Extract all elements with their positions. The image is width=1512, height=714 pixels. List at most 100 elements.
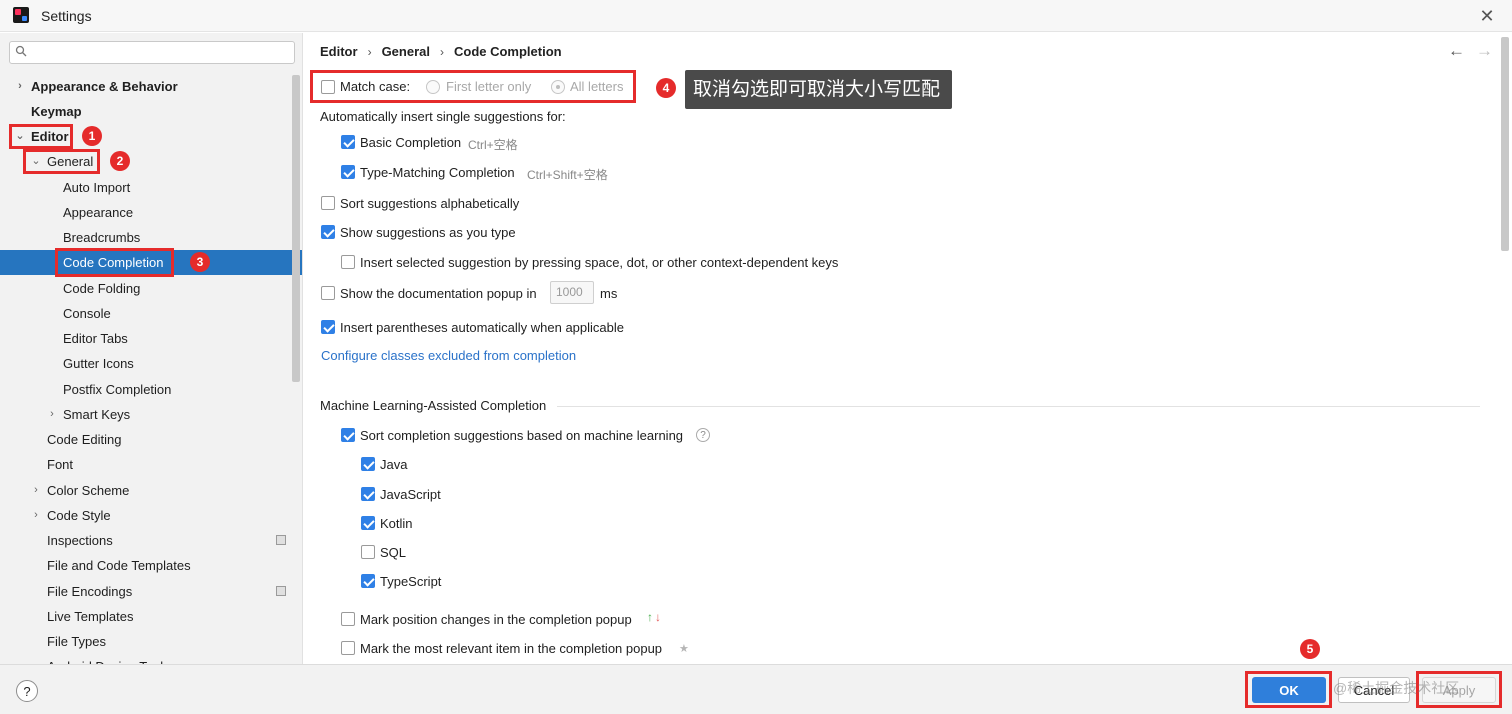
tree-item-label: Android Design Tools bbox=[47, 654, 170, 664]
insert-selected-label: Insert selected suggestion by pressing s… bbox=[360, 255, 839, 270]
type-matching-checkbox[interactable] bbox=[341, 165, 355, 179]
match-case-label: Match case: bbox=[340, 79, 411, 94]
tree-item-smart-keys[interactable]: › Smart Keys bbox=[0, 402, 302, 427]
sort-alpha-checkbox[interactable] bbox=[321, 196, 335, 210]
tree-item-file-types[interactable]: File Types bbox=[0, 629, 302, 654]
help-button[interactable]: ? bbox=[16, 680, 38, 702]
tree-item-label: General bbox=[47, 154, 94, 169]
chevron-right-icon[interactable]: › bbox=[30, 503, 42, 528]
tree-item-code-style[interactable]: › Code Style bbox=[0, 503, 302, 528]
search-input[interactable] bbox=[9, 41, 295, 64]
tree-item-font[interactable]: Font bbox=[0, 452, 302, 477]
tree-item-code-folding[interactable]: Code Folding bbox=[0, 276, 302, 301]
show-as-type-checkbox[interactable] bbox=[321, 225, 335, 239]
settings-sidebar: › Appearance & Behavior Keymap ⌄ Editor … bbox=[0, 33, 303, 664]
tree-item-label: Console bbox=[63, 306, 111, 321]
tree-item-file-code-templates[interactable]: File and Code Templates bbox=[0, 553, 302, 578]
lang-java-label: Java bbox=[380, 457, 408, 472]
lang-kotlin-label: Kotlin bbox=[380, 516, 413, 531]
tree-item-file-encodings[interactable]: File Encodings bbox=[0, 579, 302, 604]
tree-item-auto-import[interactable]: Auto Import bbox=[0, 175, 302, 200]
title-bar: Settings ✕ bbox=[0, 0, 1512, 32]
chevron-down-icon[interactable]: ⌄ bbox=[30, 149, 42, 174]
tree-item-code-completion[interactable]: Code Completion bbox=[0, 250, 302, 275]
tree-item-label: Font bbox=[47, 457, 74, 472]
tree-item-breadcrumbs[interactable]: Breadcrumbs bbox=[0, 225, 302, 250]
intellij-logo-icon bbox=[13, 7, 29, 23]
tree-item-label: Auto Import bbox=[63, 180, 131, 195]
mark-relevant-label: Mark the most relevant item in the compl… bbox=[360, 641, 663, 656]
insert-parens-checkbox[interactable] bbox=[321, 320, 335, 334]
tree-item-label: Inspections bbox=[47, 533, 113, 548]
tree-item-postfix-completion[interactable]: Postfix Completion bbox=[0, 377, 302, 402]
lang-kotlin-checkbox[interactable] bbox=[361, 516, 375, 530]
tree-item-code-editing[interactable]: Code Editing bbox=[0, 427, 302, 452]
mark-relevant-checkbox[interactable] bbox=[341, 641, 355, 655]
show-doc-checkbox[interactable] bbox=[321, 286, 335, 300]
back-arrow-icon[interactable]: ← bbox=[1448, 41, 1465, 61]
lang-typescript-checkbox[interactable] bbox=[361, 574, 375, 588]
sort-alpha-label: Sort suggestions alphabetically bbox=[340, 196, 520, 211]
insert-selected-checkbox[interactable] bbox=[341, 255, 355, 269]
ml-sort-label: Sort completion suggestions based on mac… bbox=[360, 428, 684, 443]
configure-excluded-link[interactable]: Configure classes excluded from completi… bbox=[321, 348, 576, 363]
breadcrumb-item[interactable]: Editor bbox=[320, 44, 358, 59]
tree-item-label: Editor bbox=[31, 129, 69, 144]
lang-sql-label: SQL bbox=[380, 545, 407, 560]
breadcrumb-separator: › bbox=[367, 44, 372, 59]
step-badge-4: 4 bbox=[656, 78, 676, 98]
basic-completion-label: Basic Completion bbox=[360, 135, 462, 150]
auto-insert-header: Automatically insert single suggestions … bbox=[320, 109, 566, 124]
tree-item-console[interactable]: Console bbox=[0, 301, 302, 326]
show-as-type-label: Show suggestions as you type bbox=[340, 225, 516, 240]
help-icon[interactable]: ? bbox=[696, 428, 710, 442]
tree-item-label: File Encodings bbox=[47, 584, 133, 599]
step-badge-3: 3 bbox=[190, 252, 210, 272]
breadcrumb-item[interactable]: General bbox=[382, 44, 430, 59]
tree-item-label: Color Scheme bbox=[47, 483, 130, 498]
basic-completion-checkbox[interactable] bbox=[341, 135, 355, 149]
tree-item-keymap[interactable]: Keymap bbox=[0, 99, 302, 124]
breadcrumb-item: Code Completion bbox=[453, 44, 562, 59]
window-title: Settings bbox=[41, 8, 92, 24]
content-scrollbar[interactable] bbox=[1501, 37, 1509, 251]
lang-javascript-checkbox[interactable] bbox=[361, 487, 375, 501]
all-letters-label: All letters bbox=[570, 79, 624, 94]
match-case-checkbox[interactable] bbox=[321, 80, 335, 94]
tree-item-general[interactable]: ⌄ General bbox=[0, 149, 302, 174]
type-matching-label: Type-Matching Completion bbox=[360, 165, 515, 180]
lang-sql-checkbox[interactable] bbox=[361, 545, 375, 559]
watermark: @稀土掘金技术社区 bbox=[1333, 680, 1460, 696]
project-settings-icon bbox=[276, 586, 286, 596]
tree-item-appearance-behavior[interactable]: › Appearance & Behavior bbox=[0, 74, 302, 99]
ml-sort-checkbox[interactable] bbox=[341, 428, 355, 442]
tree-item-live-templates[interactable]: Live Templates bbox=[0, 604, 302, 629]
chevron-down-icon[interactable]: ⌄ bbox=[14, 124, 26, 149]
all-letters-radio[interactable] bbox=[551, 80, 565, 94]
first-letter-radio[interactable] bbox=[426, 80, 440, 94]
tree-item-appearance[interactable]: Appearance bbox=[0, 200, 302, 225]
tree-item-label: Keymap bbox=[31, 104, 82, 119]
tree-item-inspections[interactable]: Inspections bbox=[0, 528, 302, 553]
doc-delay-input[interactable]: 1000 bbox=[550, 281, 594, 304]
chevron-right-icon[interactable]: › bbox=[30, 478, 42, 503]
tree-item-color-scheme[interactable]: › Color Scheme bbox=[0, 478, 302, 503]
tree-item-editor-tabs[interactable]: Editor Tabs bbox=[0, 326, 302, 351]
tree-item-gutter-icons[interactable]: Gutter Icons bbox=[0, 351, 302, 376]
tree-item-label: Live Templates bbox=[47, 609, 134, 624]
forward-arrow-icon[interactable]: → bbox=[1476, 41, 1493, 61]
tree-item-android-design-tools[interactable]: Android Design Tools bbox=[0, 654, 302, 664]
chevron-right-icon[interactable]: › bbox=[46, 402, 58, 427]
tree-item-label: Code Editing bbox=[47, 432, 122, 447]
star-icon: ★ bbox=[679, 643, 689, 655]
chevron-right-icon[interactable]: › bbox=[14, 74, 26, 99]
project-settings-icon bbox=[276, 535, 286, 545]
tree-item-label: Editor Tabs bbox=[63, 331, 128, 346]
show-doc-label: Show the documentation popup in bbox=[340, 286, 537, 301]
ok-button[interactable]: OK bbox=[1252, 677, 1326, 703]
mark-position-checkbox[interactable] bbox=[341, 612, 355, 626]
sidebar-scrollbar[interactable] bbox=[292, 75, 300, 382]
tree-item-editor[interactable]: ⌄ Editor bbox=[0, 124, 302, 149]
lang-java-checkbox[interactable] bbox=[361, 457, 375, 471]
close-icon[interactable]: ✕ bbox=[1472, 4, 1502, 28]
